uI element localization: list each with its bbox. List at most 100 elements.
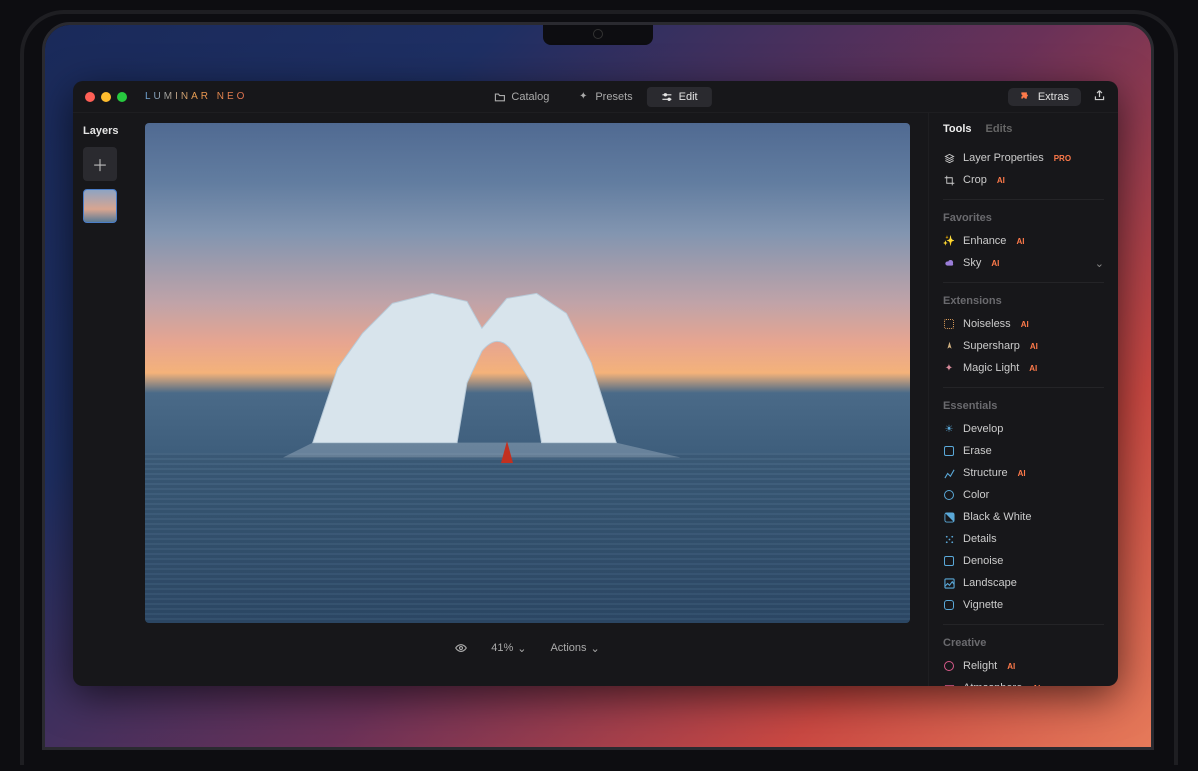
tool-crop[interactable]: Crop AI [943,169,1104,191]
divider [943,199,1104,200]
wand-icon: ✦ [943,362,955,374]
tab-edit[interactable]: Edit [647,87,712,107]
section-creative: Creative [943,637,1104,649]
main-tabs: Catalog ✦ Presets Edit [479,87,711,107]
tab-edits[interactable]: Edits [986,123,1013,135]
laptop-notch [543,23,653,45]
ai-badge: AI [991,259,999,268]
tools-panel: Tools Edits Layer Properties PRO Crop AI [928,113,1118,686]
tool-layer-properties[interactable]: Layer Properties PRO [943,147,1104,169]
sliders-icon [661,91,673,103]
zoom-value: 41% [491,642,513,654]
tool-label: Develop [963,423,1003,435]
canvas-area: 41% ⌄ Actions ⌄ [145,113,928,686]
divider [943,387,1104,388]
tool-supersharp[interactable]: Supersharp AI [943,335,1104,357]
denoise-icon [943,555,955,567]
maximize-window-button[interactable] [117,92,127,102]
layer-thumbnail[interactable] [83,189,117,223]
sailboat-graphic [501,441,513,463]
layers-icon [943,152,955,164]
section-essentials: Essentials [943,400,1104,412]
extras-label: Extras [1038,91,1069,103]
section-favorites: Favorites [943,212,1104,224]
cloud-icon [943,257,955,269]
structure-icon [943,467,955,479]
app-title: LUMINAR NEO [145,91,247,102]
app-window: LUMINAR NEO Catalog ✦ Presets Edit [73,81,1118,686]
tool-develop[interactable]: ☀ Develop [943,418,1104,440]
pro-badge: PRO [1054,154,1071,163]
eraser-icon [943,445,955,457]
ocean-texture [145,453,910,623]
tool-landscape[interactable]: Landscape [943,572,1104,594]
ai-badge: AI [1021,320,1029,329]
tool-structure[interactable]: Structure AI [943,462,1104,484]
ai-badge: AI [1032,684,1040,687]
iceberg-graphic [283,273,681,473]
actions-label: Actions [550,642,586,654]
tool-label: Sky [963,257,981,269]
puzzle-icon [1020,91,1032,103]
minimize-window-button[interactable] [101,92,111,102]
tool-magic-light[interactable]: ✦ Magic Light AI [943,357,1104,379]
ai-badge: AI [1030,342,1038,351]
ai-badge: AI [1016,237,1024,246]
add-layer-button[interactable]: ＋ [83,147,117,181]
laptop-frame: LUMINAR NEO Catalog ✦ Presets Edit [42,22,1154,750]
sparkles-icon: ✨ [943,235,955,247]
tab-presets-label: Presets [595,91,632,103]
tool-label: Details [963,533,997,545]
tab-catalog-label: Catalog [511,91,549,103]
tool-relight[interactable]: Relight AI [943,655,1104,677]
sparkle-icon: ✦ [577,91,589,103]
tool-noiseless[interactable]: Noiseless AI [943,313,1104,335]
tool-details[interactable]: Details [943,528,1104,550]
titlebar: LUMINAR NEO Catalog ✦ Presets Edit [73,81,1118,113]
relight-icon [943,660,955,672]
extras-button[interactable]: Extras [1008,88,1081,106]
ai-badge: AI [997,176,1005,185]
tool-label: Layer Properties [963,152,1044,164]
sharpen-icon [943,340,955,352]
visibility-icon[interactable] [455,642,467,654]
tool-atmosphere[interactable]: Atmosphere AI [943,677,1104,686]
tab-tools[interactable]: Tools [943,123,972,135]
vignette-icon [943,599,955,611]
tool-label: Denoise [963,555,1003,567]
tool-label: Noiseless [963,318,1011,330]
tab-presets[interactable]: ✦ Presets [563,87,646,107]
plus-icon: ＋ [92,152,108,176]
tool-vignette[interactable]: Vignette [943,594,1104,616]
tool-label: Structure [963,467,1008,479]
noise-icon [943,318,955,330]
folder-icon [493,91,505,103]
tab-edit-label: Edit [679,91,698,103]
canvas-image[interactable] [145,123,910,623]
tool-enhance[interactable]: ✨ Enhance AI [943,230,1104,252]
close-window-button[interactable] [85,92,95,102]
tool-color[interactable]: Color [943,484,1104,506]
canvas-footer: 41% ⌄ Actions ⌄ [145,623,910,673]
tool-label: Landscape [963,577,1017,589]
tool-label: Vignette [963,599,1003,611]
tab-catalog[interactable]: Catalog [479,87,563,107]
chevron-down-icon: ⌄ [1095,257,1104,270]
color-icon [943,489,955,501]
tool-black-white[interactable]: Black & White [943,506,1104,528]
tool-label: Erase [963,445,992,457]
tool-label: Crop [963,174,987,186]
tool-denoise[interactable]: Denoise [943,550,1104,572]
tool-label: Atmosphere [963,682,1022,686]
zoom-level[interactable]: 41% ⌄ [491,642,526,655]
window-controls [85,92,127,102]
divider [943,624,1104,625]
layers-panel: Layers ＋ [73,113,145,686]
tool-label: Magic Light [963,362,1019,374]
ai-badge: AI [1007,662,1015,671]
tool-sky[interactable]: Sky AI ⌄ [943,252,1104,274]
tool-erase[interactable]: Erase [943,440,1104,462]
actions-dropdown[interactable]: Actions ⌄ [550,642,599,655]
bw-icon [943,511,955,523]
share-button[interactable] [1093,89,1106,105]
